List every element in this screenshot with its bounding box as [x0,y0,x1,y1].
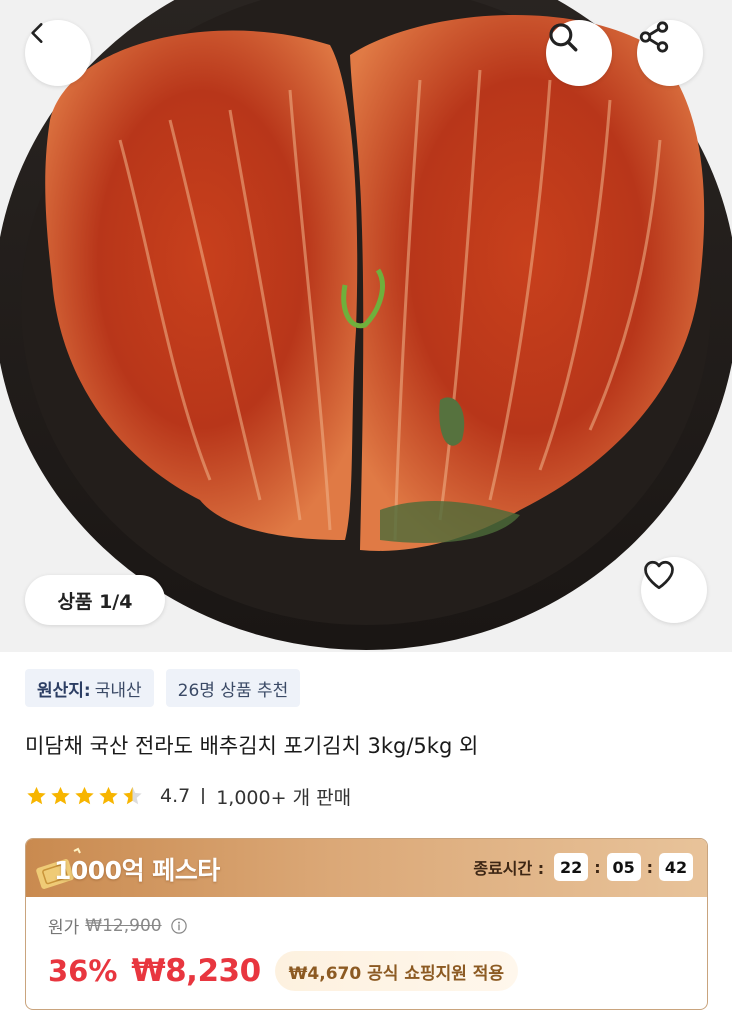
discount-rate: 36% [48,954,118,988]
wishlist-button[interactable] [641,557,707,623]
shopping-support-badge: ₩4,670 공식 쇼핑지원 적용 [274,951,519,991]
product-image-gallery[interactable]: 상품 1/4 [0,0,732,652]
image-counter: 상품 1/4 [25,575,165,625]
rating-divider [202,788,205,804]
star-icon [75,786,94,805]
search-icon [549,23,578,52]
share-icon [639,21,669,53]
promo-card: 1000억 페스타 종료시간 : 22 : 05 : 42 원가 ₩12,900… [25,838,708,1010]
rating-stars [25,785,144,807]
timer-minutes: 05 [606,853,641,881]
share-button[interactable] [637,20,703,86]
chevron-left-icon [31,23,43,43]
rating-row[interactable]: 4.7 1,000+ 개 판매 [25,782,351,810]
timer-colon: : [594,857,601,877]
kimchi-photo [0,0,732,652]
product-tags: 원산지: 국내산 26명 상품 추천 [25,669,301,707]
original-price: ₩12,900 [85,915,162,936]
heart-icon [644,560,674,590]
search-button[interactable] [546,20,612,86]
recommend-tag: 26명 상품 추천 [165,669,301,707]
timer-label: 종료시간 : [473,859,545,878]
promo-title: 1000억 페스타 [54,856,220,885]
back-button[interactable] [25,20,91,86]
origin-tag: 원산지: 국내산 [25,669,154,707]
original-price-row: 원가 ₩12,900 [48,913,188,938]
final-price: ₩8,230 [131,953,261,989]
sold-count: 1,000+ 개 판매 [216,786,352,809]
original-price-label: 원가 [48,918,80,938]
timer-hours: 22 [554,853,589,881]
origin-label: 원산지: [37,680,91,701]
origin-value: 국내산 [94,680,142,701]
star-icon [99,786,118,805]
recommend-value: 26명 상품 추천 [177,680,289,701]
timer-colon: : [646,857,653,877]
info-icon[interactable] [170,917,188,935]
countdown-timer: 종료시간 : 22 : 05 : 42 [473,853,693,881]
star-icon [27,786,46,805]
promo-header: 1000억 페스타 종료시간 : 22 : 05 : 42 [26,839,707,897]
product-title: 미담채 국산 전라도 배추김치 포기김치 3kg/5kg 외 [25,734,479,758]
star-icon [51,786,70,805]
price-row: 36% ₩8,230 ₩4,670 공식 쇼핑지원 적용 [48,951,519,991]
timer-seconds: 42 [659,853,693,881]
rating-value: 4.7 [160,785,191,807]
half-star-icon [123,786,142,805]
